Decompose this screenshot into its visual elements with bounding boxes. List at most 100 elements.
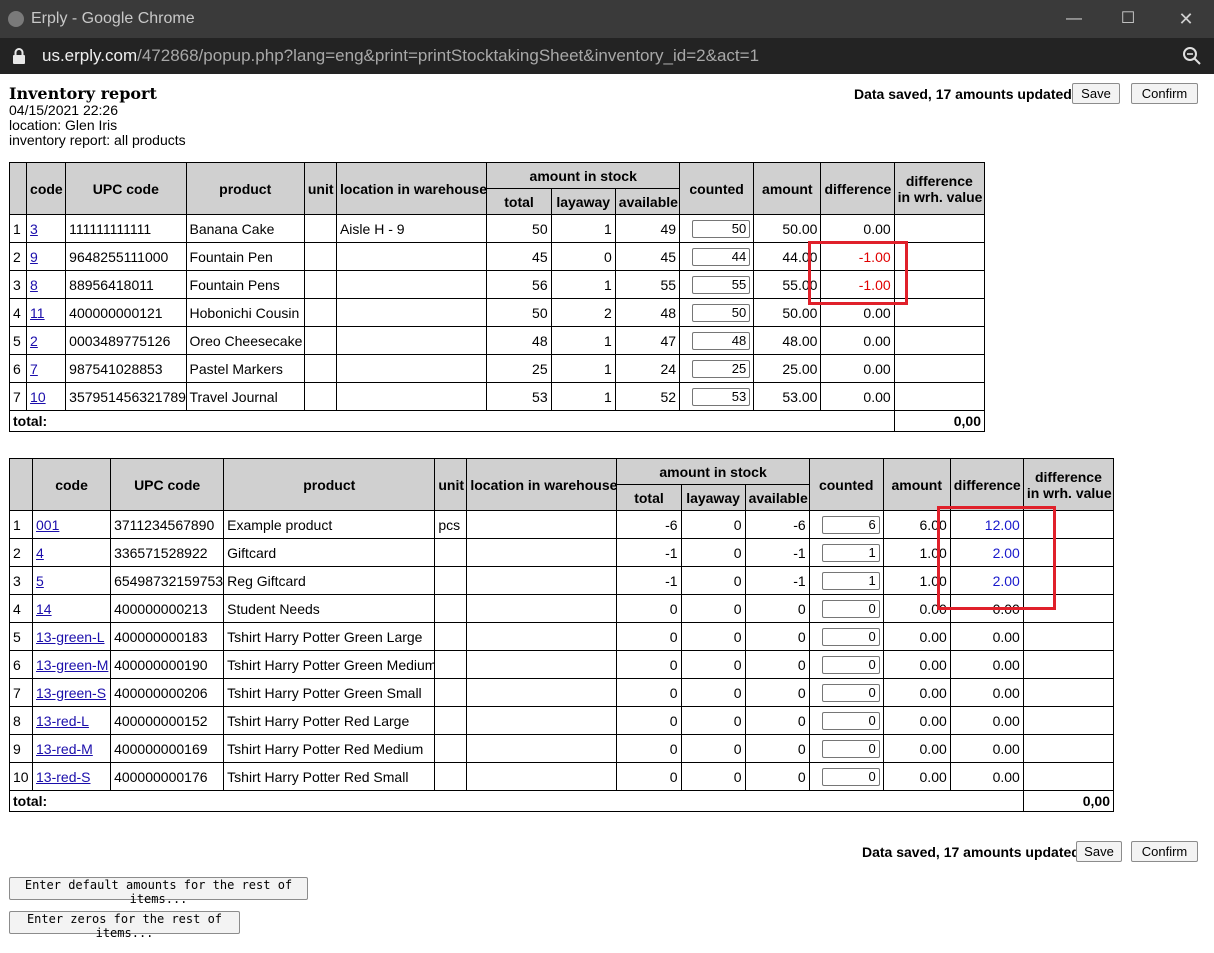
col-total: total [616,484,682,511]
close-icon[interactable]: ✕ [1166,6,1206,32]
product-code-cell: 2 [26,326,67,355]
product-code-link[interactable]: 13-green-M [36,657,108,673]
minimize-icon[interactable]: — [1054,6,1094,32]
upc-cell: 400000000152 [110,706,225,735]
counted-input[interactable] [821,599,880,618]
col-location: location in warehouse [335,162,488,215]
report-title: Inventory report [9,84,157,103]
counted-input[interactable] [821,655,880,674]
layaway-cell: 1 [550,326,616,355]
counted-input[interactable] [692,331,751,350]
unit-cell [434,734,468,763]
product-code-link[interactable]: 001 [36,517,59,533]
counted-input[interactable] [821,543,880,562]
available-cell: 24 [614,354,681,383]
product-code-link[interactable]: 10 [30,389,46,405]
layaway-cell: 0 [680,510,746,539]
counted-input[interactable] [821,627,880,646]
product-code-link[interactable]: 8 [30,277,38,293]
counted-input[interactable] [821,767,880,786]
product-code-link[interactable]: 4 [36,545,44,561]
upc-cell: 400000000176 [110,762,225,791]
layaway-cell: 0 [680,622,746,651]
counted-input[interactable] [692,219,751,238]
product-code-link[interactable]: 5 [36,573,44,589]
product-code-link[interactable]: 13-green-S [36,685,106,701]
counted-cell [808,734,884,763]
product-code-link[interactable]: 13-green-L [36,629,105,645]
url-text[interactable]: us.erply.com/472868/popup.php?lang=eng&p… [42,46,759,66]
location-cell [335,242,488,271]
counted-input[interactable] [692,275,751,294]
counted-input[interactable] [821,571,880,590]
product-code-link[interactable]: 11 [30,305,45,321]
col-difference: difference [820,162,895,215]
location-cell [466,762,618,791]
counted-input[interactable] [692,247,751,266]
available-cell: -6 [744,510,810,539]
counted-cell [808,762,884,791]
counted-input[interactable] [821,739,880,758]
save-button-top[interactable]: Save [1072,83,1120,104]
location-cell [335,326,488,355]
total-cell: 25 [486,354,552,383]
total-value: 0,00 [1022,790,1115,812]
amount-cell: 48.00 [753,326,822,355]
product-code-cell: 8 [26,270,67,299]
url-path: /472868/popup.php?lang=eng&print=printSt… [137,46,760,65]
total-label: total: [9,410,895,432]
col-code: code [32,458,112,511]
total-cell: 0 [616,594,682,623]
location-cell [335,270,488,299]
product-code-link[interactable]: 2 [30,333,38,349]
address-bar[interactable]: us.erply.com/472868/popup.php?lang=eng&p… [0,38,1214,74]
product-code-link[interactable]: 9 [30,249,38,265]
counted-input[interactable] [821,711,880,730]
col-location: location in warehouse [466,458,618,511]
product-code-link[interactable]: 13-red-L [36,713,89,729]
counted-input[interactable] [821,515,880,534]
product-code-link[interactable]: 7 [30,361,38,377]
report-location: location: Glen Iris [9,117,118,133]
confirm-button-bottom[interactable]: Confirm [1131,841,1198,862]
layaway-cell: 1 [550,382,616,411]
location-cell [335,354,488,383]
confirm-button-top[interactable]: Confirm [1131,83,1198,104]
counted-input[interactable] [692,303,751,322]
available-cell: 49 [614,214,681,243]
counted-input[interactable] [692,387,751,406]
zoom-icon[interactable] [1182,46,1202,66]
unit-cell [434,678,468,707]
product-code-link[interactable]: 14 [36,601,52,617]
page-content: Inventory report 04/15/2021 22:26 locati… [0,74,1214,953]
upc-cell: 357951456321789 [65,382,187,411]
layaway-cell: 2 [550,298,616,327]
difference-value-cell [1022,762,1115,791]
col-counted: counted [679,162,755,215]
total-cell: 0 [616,678,682,707]
window-titlebar: Erply - Google Chrome — ☐ ✕ [0,0,1214,38]
col-product: product [185,162,305,215]
maximize-icon[interactable]: ☐ [1108,6,1148,32]
report-datetime: 04/15/2021 22:26 [9,102,118,118]
difference-value-cell [1022,734,1115,763]
product-code-link[interactable]: 3 [30,221,38,237]
save-button-bottom[interactable]: Save [1076,841,1122,862]
difference-value-cell [1022,706,1115,735]
difference-cell: 0.00 [949,650,1024,679]
product-code-link[interactable]: 13-red-M [36,741,93,757]
product-name-cell: Tshirt Harry Potter Red Medium [223,734,436,763]
counted-input[interactable] [821,683,880,702]
product-code-cell: 13-green-L [32,622,112,651]
enter-default-amounts-button[interactable]: Enter default amounts for the rest of it… [9,877,308,906]
layaway-cell: 0 [680,734,746,763]
unit-cell [303,242,337,271]
counted-input[interactable] [692,359,751,378]
col-amount: amount [882,458,951,511]
product-code-cell: 4 [32,538,112,567]
product-code-link[interactable]: 13-red-S [36,769,90,785]
row-index: 6 [8,354,28,383]
enter-zeros-button[interactable]: Enter zeros for the rest of items... [9,911,240,940]
available-cell: -1 [744,566,810,595]
total-cell: 48 [486,326,552,355]
